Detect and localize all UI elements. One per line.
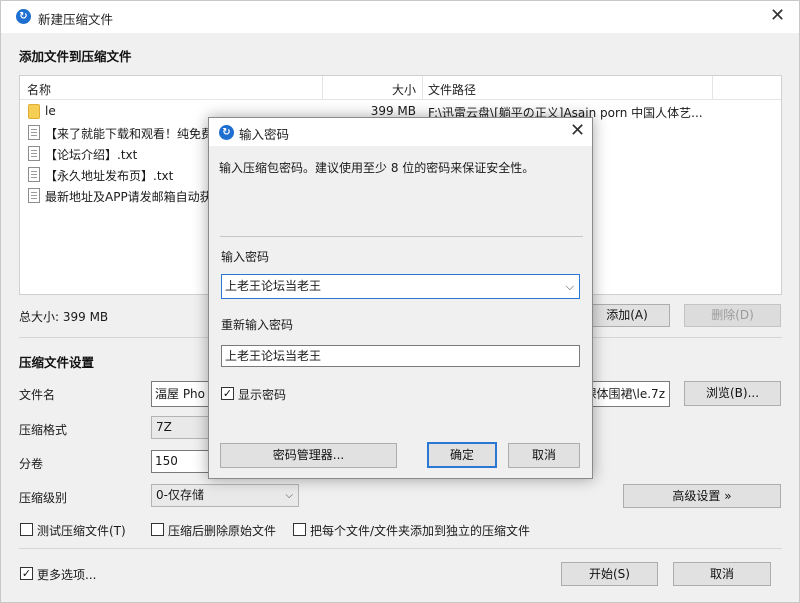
divider [19, 548, 782, 549]
advanced-settings-button[interactable]: 高级设置 » [623, 484, 781, 508]
column-size[interactable]: 大小 [392, 81, 416, 98]
app-logo-icon: ↻ [219, 125, 234, 140]
total-size-label: 总大小: 399 MB [19, 310, 109, 324]
level-label: 压缩级别 [19, 491, 68, 505]
dialog-close-icon[interactable]: ✕ [570, 122, 585, 140]
format-label: 压缩格式 [19, 423, 68, 437]
delete-button[interactable]: 删除(D) [684, 304, 781, 327]
more-options-label: 更多选项... [37, 568, 97, 582]
password-input[interactable]: 上老王论坛当老王 ⌵ [221, 274, 580, 299]
chevron-down-icon: ⌵ [285, 490, 293, 501]
text-file-icon [28, 188, 40, 203]
dialog-cancel-button[interactable]: 取消 [508, 443, 580, 468]
column-name[interactable]: 名称 [27, 81, 51, 98]
text-file-icon [28, 167, 40, 182]
window-titlebar: ↻ 新建压缩文件 ✕ [1, 1, 799, 33]
browse-button[interactable]: 浏览(B)... [684, 381, 781, 406]
delete-after-checkbox[interactable] [151, 523, 164, 536]
dialog-titlebar: ↻ 输入密码 ✕ [209, 118, 592, 146]
password-dialog: ↻ 输入密码 ✕ 输入压缩包密码。建议使用至少 8 位的密码来保证安全性。 输入… [208, 117, 593, 479]
confirm-password-label: 重新输入密码 [221, 318, 294, 332]
add-section-title: 添加文件到压缩文件 [19, 49, 132, 64]
app-logo-icon: ↻ [16, 9, 31, 24]
confirm-password-input[interactable]: 上老王论坛当老王 [221, 345, 580, 367]
delete-after-label: 压缩后删除原始文件 [168, 524, 277, 538]
text-file-icon [28, 146, 40, 161]
column-path[interactable]: 文件路径 [428, 81, 476, 98]
chevron-down-icon[interactable]: ⌵ [566, 275, 574, 298]
each-separate-checkbox[interactable] [293, 523, 306, 536]
file-list-header: 名称 大小 文件路径 [20, 76, 781, 100]
filename-label: 文件名 [19, 388, 56, 402]
dialog-description: 输入压缩包密码。建议使用至少 8 位的密码来保证安全性。 [219, 161, 535, 175]
password-manager-button[interactable]: 密码管理器... [220, 443, 397, 468]
divider [220, 236, 583, 237]
volume-label: 分卷 [19, 457, 44, 471]
test-archive-label: 测试压缩文件(T) [37, 524, 126, 538]
show-password-checkbox[interactable]: ✓ [221, 387, 234, 400]
folder-icon [28, 104, 40, 119]
show-password-label: 显示密码 [238, 388, 287, 402]
dialog-title: 输入密码 [239, 127, 290, 142]
window-title: 新建压缩文件 [38, 12, 114, 27]
window-close-icon[interactable]: ✕ [770, 7, 785, 25]
test-archive-checkbox[interactable] [20, 523, 33, 536]
settings-section-title: 压缩文件设置 [19, 355, 95, 370]
each-separate-label: 把每个文件/文件夹添加到独立的压缩文件 [310, 524, 531, 538]
ok-button[interactable]: 确定 [427, 442, 497, 468]
text-file-icon [28, 125, 40, 140]
add-button[interactable]: 添加(A) [584, 304, 670, 327]
cancel-button[interactable]: 取消 [673, 562, 771, 586]
level-select[interactable]: 0-仅存储 ⌵ [151, 484, 299, 507]
more-options-checkbox[interactable]: ✓ [20, 567, 33, 580]
password-label: 输入密码 [221, 250, 270, 264]
start-button[interactable]: 开始(S) [561, 562, 658, 586]
